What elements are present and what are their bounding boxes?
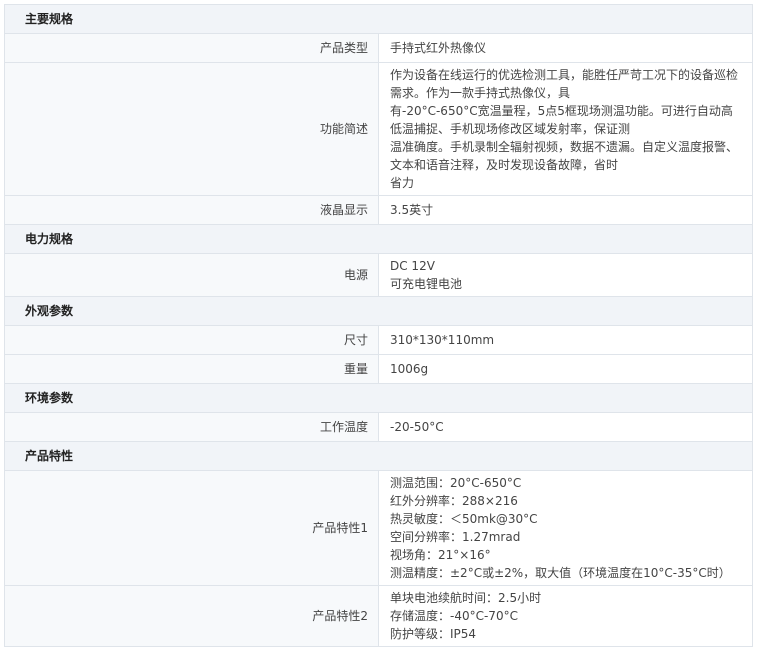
spec-value: 测温范围：20°C-650°C 红外分辨率：288×216 热灵敏度：＜50mk@3… <box>378 470 753 586</box>
spec-value-line: 红外分辨率：288×216 <box>390 494 518 508</box>
spec-label: 产品类型 <box>4 33 379 63</box>
section-title: 环境参数 <box>4 383 753 413</box>
spec-label: 液晶显示 <box>4 195 379 225</box>
spec-value-line: 单块电池续航时间：2.5小时 <box>390 591 542 605</box>
section-header-row: 外观参数 <box>4 296 753 326</box>
spec-row: 电源 DC 12V 可充电锂电池 <box>4 253 753 297</box>
spec-label: 电源 <box>4 253 379 297</box>
spec-value-line: 存储温度：-40°C-70°C <box>390 609 518 623</box>
spec-row: 工作温度 -20-50°C <box>4 412 753 442</box>
spec-value: -20-50°C <box>378 412 753 442</box>
spec-label: 尺寸 <box>4 325 379 355</box>
spec-table: 主要规格 产品类型 手持式红外热像仪 功能简述 作为设备在线运行的优选检测工具，能胜任严… <box>4 4 753 647</box>
spec-row: 产品特性1 测温范围：20°C-650°C 红外分辨率：288×216 热灵敏度：＜5… <box>4 470 753 586</box>
spec-value-line: 测温精度：±2°C或±2%，取大值（环境温度在10°C-35°C时） <box>390 566 731 580</box>
spec-value-line: 1006g <box>390 362 429 376</box>
spec-value-line: 防护等级：IP54 <box>390 627 477 641</box>
spec-value-line: 可充电锂电池 <box>390 277 463 291</box>
spec-row: 重量 1006g <box>4 354 753 384</box>
spec-label: 产品特性1 <box>4 470 379 586</box>
section-header-row: 电力规格 <box>4 224 753 254</box>
spec-label: 工作温度 <box>4 412 379 442</box>
spec-label: 重量 <box>4 354 379 384</box>
section-title: 主要规格 <box>4 4 753 34</box>
spec-label: 产品特性2 <box>4 585 379 647</box>
spec-value-line: 3.5英寸 <box>390 203 434 217</box>
spec-value-line: 热灵敏度：＜50mk@30°C <box>390 512 538 526</box>
spec-value: 310*130*110mm <box>378 325 753 355</box>
spec-value: 单块电池续航时间：2.5小时 存储温度：-40°C-70°C 防护等级：IP54 <box>378 585 753 647</box>
spec-value: DC 12V 可充电锂电池 <box>378 253 753 297</box>
spec-value-line: 测温范围：20°C-650°C <box>390 476 522 490</box>
spec-value-line: 视场角：21°×16° <box>390 548 491 562</box>
spec-value-line: 310*130*110mm <box>390 333 495 347</box>
spec-value-line: -20-50°C <box>390 420 444 434</box>
spec-label: 功能简述 <box>4 62 379 196</box>
section-title: 电力规格 <box>4 224 753 254</box>
spec-value-line: 有-20°C-650°C宽温量程，5点5框现场测温功能。可进行自动高低温捕捉、手… <box>390 104 733 136</box>
spec-row: 功能简述 作为设备在线运行的优选检测工具，能胜任严苛工况下的设备巡检需求。作为一款… <box>4 62 753 196</box>
section-header-row: 产品特性 <box>4 441 753 471</box>
section-header-row: 主要规格 <box>4 4 753 34</box>
section-title: 产品特性 <box>4 441 753 471</box>
spec-value-line: 温准确度。手机录制全辐射视频，数据不遗漏。自定义温度报警、文本和语音注释，及时发… <box>390 140 739 172</box>
spec-value-line: 手持式红外热像仪 <box>390 41 487 55</box>
spec-row: 尺寸 310*130*110mm <box>4 325 753 355</box>
spec-value: 1006g <box>378 354 753 384</box>
spec-value: 作为设备在线运行的优选检测工具，能胜任严苛工况下的设备巡检需求。作为一款手持式热… <box>378 62 753 196</box>
spec-value-line: 省力 <box>390 176 415 190</box>
spec-value: 3.5英寸 <box>378 195 753 225</box>
spec-value: 手持式红外热像仪 <box>378 33 753 63</box>
spec-value-line: 空间分辨率：1.27mrad <box>390 530 521 544</box>
spec-value-line: 作为设备在线运行的优选检测工具，能胜任严苛工况下的设备巡检需求。作为一款手持式热… <box>390 68 739 100</box>
spec-row: 产品特性2 单块电池续航时间：2.5小时 存储温度：-40°C-70°C 防护等级：I… <box>4 585 753 647</box>
spec-value-line: DC 12V <box>390 259 435 273</box>
spec-table-body: 主要规格 产品类型 手持式红外热像仪 功能简述 作为设备在线运行的优选检测工具，能胜任严… <box>4 4 753 647</box>
section-header-row: 环境参数 <box>4 383 753 413</box>
spec-row: 液晶显示 3.5英寸 <box>4 195 753 225</box>
spec-row: 产品类型 手持式红外热像仪 <box>4 33 753 63</box>
section-title: 外观参数 <box>4 296 753 326</box>
